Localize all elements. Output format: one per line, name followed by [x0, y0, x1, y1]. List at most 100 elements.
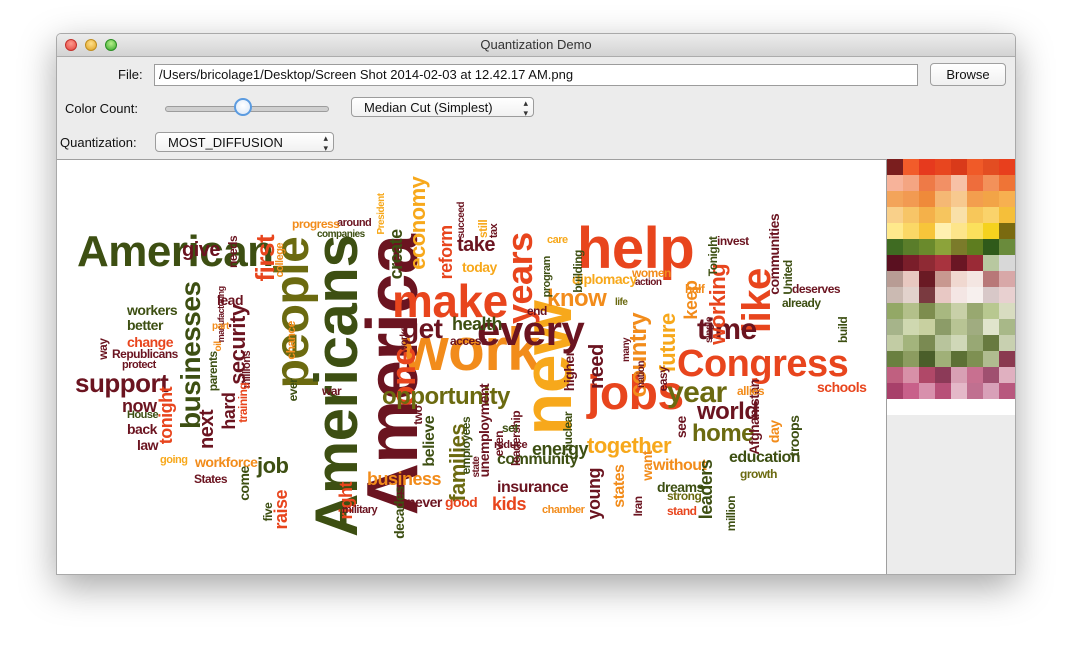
- palette-swatch: [967, 383, 983, 399]
- cloud-word: House: [127, 409, 159, 421]
- cloud-word: law: [137, 437, 159, 453]
- palette-swatch: [951, 383, 967, 399]
- palette-swatch: [903, 367, 919, 383]
- palette-swatch: [887, 351, 903, 367]
- cloud-word: see: [673, 416, 689, 439]
- palette-swatch: [951, 191, 967, 207]
- cloud-word: job: [257, 453, 289, 478]
- palette-swatch: [999, 271, 1015, 287]
- cloud-word: chance: [284, 321, 298, 360]
- palette-swatch: [887, 383, 903, 399]
- cloud-word: even: [492, 431, 506, 457]
- palette-swatch: [903, 223, 919, 239]
- cloud-word: five: [261, 502, 275, 522]
- palette-swatch: [951, 207, 967, 223]
- palette-swatch: [887, 239, 903, 255]
- cloud-word: next: [196, 409, 218, 449]
- palette-swatch: [935, 223, 951, 239]
- cloud-word: many: [621, 337, 632, 362]
- cloud-word: create: [386, 229, 406, 280]
- palette-swatch: [903, 159, 919, 175]
- cloud-word: companies: [317, 229, 365, 240]
- palette-swatch: [983, 175, 999, 191]
- palette-swatch: [935, 367, 951, 383]
- palette-swatch: [903, 383, 919, 399]
- color-count-label: Color Count:: [65, 101, 138, 116]
- file-label: File:: [118, 67, 143, 82]
- cloud-word: build: [836, 316, 850, 343]
- palette-swatch: [967, 159, 983, 175]
- palette-swatch: [967, 223, 983, 239]
- palette-swatch: [919, 383, 935, 399]
- color-count-slider-knob[interactable]: [234, 98, 252, 116]
- cloud-word: kids: [492, 494, 527, 514]
- quantization-selected-value: MOST_DIFFUSION: [168, 135, 283, 150]
- palette-swatch: [967, 367, 983, 383]
- cloud-word: life: [615, 297, 628, 308]
- cloud-word: training: [236, 382, 250, 423]
- quantized-image-canvas: American people Americans America make help wo…: [57, 159, 887, 574]
- cloud-word: want: [639, 450, 655, 481]
- palette-swatch: [903, 319, 919, 335]
- cloud-word: give: [182, 239, 221, 261]
- palette-swatch: [919, 287, 935, 303]
- cloud-word: end: [527, 304, 547, 318]
- palette-swatch: [919, 367, 935, 383]
- cloud-word: worker: [399, 323, 410, 353]
- palette-swatch: [999, 239, 1015, 255]
- palette-swatch: [999, 319, 1015, 335]
- cloud-word: parents: [206, 351, 220, 392]
- palette-swatch: [919, 255, 935, 271]
- cloud-word: States: [194, 472, 228, 486]
- palette-swatch: [903, 175, 919, 191]
- palette-swatch: [887, 223, 903, 239]
- quantization-select[interactable]: MOST_DIFFUSION ▴ ▾: [155, 132, 334, 153]
- palette-swatch: [935, 351, 951, 367]
- cloud-word: care: [547, 234, 568, 246]
- palette-swatch: [919, 319, 935, 335]
- palette-swatch: [887, 175, 903, 191]
- cloud-word: come: [236, 466, 252, 501]
- palette-swatch: [951, 159, 967, 175]
- palette-swatch: [967, 255, 983, 271]
- palette-swatch: [935, 383, 951, 399]
- palette-swatch: [903, 207, 919, 223]
- palette-swatch: [983, 255, 999, 271]
- cloud-word: allies: [737, 384, 765, 398]
- palette-swatch: [951, 255, 967, 271]
- cloud-word: today: [462, 259, 497, 275]
- palette-swatch: [951, 303, 967, 319]
- updown-arrows-icon: ▴ ▾: [523, 98, 528, 118]
- algorithm-select[interactable]: Median Cut (Simplest) ▴ ▾: [351, 97, 534, 118]
- palette-swatch: [999, 399, 1015, 415]
- palette-swatch: [919, 175, 935, 191]
- palette-swatch: [983, 287, 999, 303]
- color-palette: [887, 159, 1015, 415]
- cloud-word: nation: [636, 361, 647, 388]
- palette-swatch: [951, 239, 967, 255]
- palette-swatch: [999, 383, 1015, 399]
- palette-swatch: [999, 351, 1015, 367]
- cloud-word: nuclear: [561, 412, 575, 452]
- palette-swatch: [967, 239, 983, 255]
- palette-swatch: [983, 319, 999, 335]
- cloud-word: around: [337, 217, 372, 229]
- cloud-word: decades: [391, 486, 407, 539]
- algorithm-selected-value: Median Cut (Simplest): [364, 100, 493, 115]
- cloud-word: already: [782, 296, 821, 310]
- palette-swatch: [951, 271, 967, 287]
- palette-swatch: [983, 207, 999, 223]
- cloud-word: economy: [405, 176, 430, 270]
- cloud-word: need: [586, 344, 608, 389]
- palette-swatch: [919, 271, 935, 287]
- palette-swatch: [903, 191, 919, 207]
- cloud-word: single: [704, 317, 715, 343]
- file-path-field[interactable]: /Users/bricolage1/Desktop/Screen Shot 20…: [154, 64, 918, 86]
- palette-swatch: [887, 287, 903, 303]
- palette-swatch: [887, 255, 903, 271]
- cloud-word: way: [96, 338, 110, 360]
- cloud-word: half: [685, 282, 705, 296]
- title-bar: Quantization Demo: [57, 34, 1015, 57]
- browse-button[interactable]: Browse: [930, 63, 1006, 86]
- palette-swatch: [903, 351, 919, 367]
